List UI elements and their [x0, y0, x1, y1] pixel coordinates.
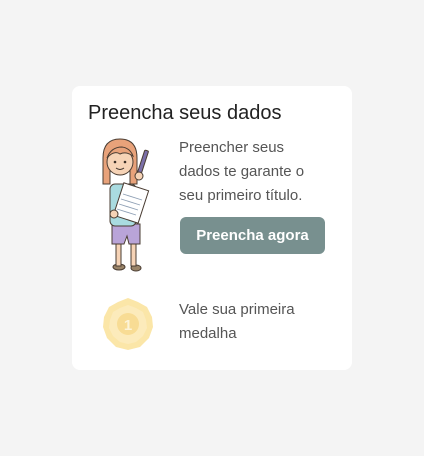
medal-number: 1 — [124, 317, 132, 334]
girl-writing-illustration — [102, 138, 150, 272]
fill-data-button[interactable]: Preencha agora — [180, 217, 325, 254]
card-title: Preencha seus dados — [88, 102, 282, 124]
medal-description: Vale sua primeira medalha — [179, 301, 295, 342]
cta-description: Preencher seus dados te garante o seu pr… — [179, 139, 305, 204]
onboarding-card: Preencha seus dados Preencher seus dados… — [72, 86, 352, 370]
medal-icon: 1 — [103, 298, 153, 350]
